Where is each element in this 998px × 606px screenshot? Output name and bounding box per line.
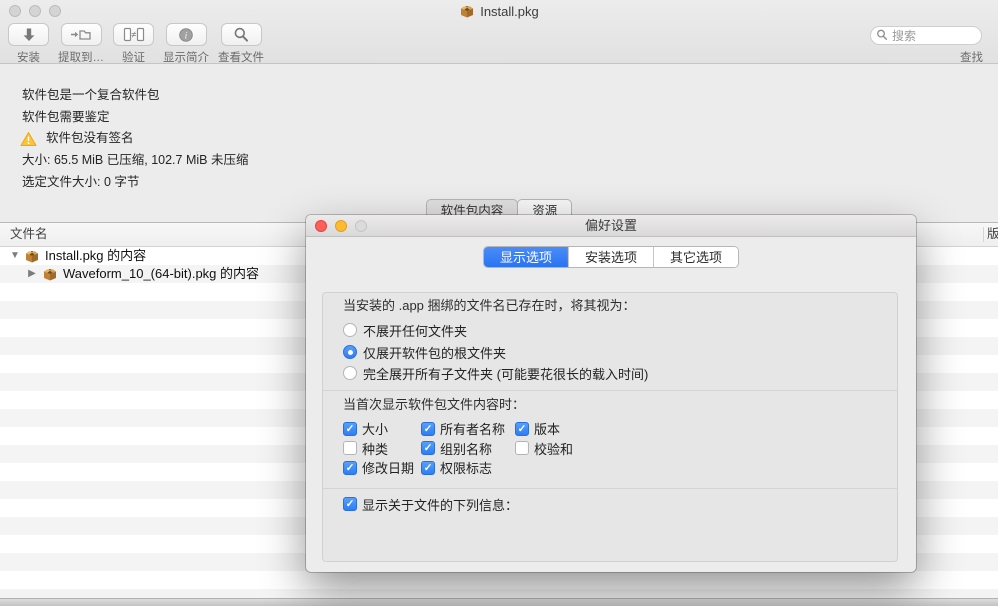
checkbox-label: 权限标志 [440,458,492,477]
checkbox-kind[interactable]: 种类 [343,439,421,458]
checkbox-group-name[interactable]: ✓ 组别名称 [421,439,515,458]
checkbox-label: 校验和 [534,439,573,458]
search-icon [876,29,888,41]
radio-icon [343,366,357,380]
toolbar: 安装 提取到… ≠ [8,23,264,65]
checkbox-checked-icon: ✓ [343,461,357,475]
radio-expand-root[interactable]: 仅展开软件包的根文件夹 [343,343,506,361]
package-icon [24,248,40,264]
column-divider[interactable] [983,227,984,242]
find-label: 查找 [870,49,985,65]
checkbox-owner-name[interactable]: ✓ 所有者名称 [421,419,515,438]
checkbox-label: 版本 [534,419,560,438]
checkbox-size[interactable]: ✓ 大小 [343,419,421,438]
verify-documents-icon: ≠ [123,27,145,42]
info-size-line: 大小: 65.5 MiB 已压缩, 102.7 MiB 未压缩 [22,152,248,169]
column-header-version-partial[interactable]: 版 [987,223,998,246]
info-warning-line: 软件包没有签名 [20,130,134,147]
extract-to-button[interactable]: 提取到… [58,23,104,65]
verify-button[interactable]: ≠ 验证 [113,23,154,65]
radio-expand-none[interactable]: 不展开任何文件夹 [343,321,467,339]
info-auth-line: 软件包需要鉴定 [22,109,110,126]
warning-text: 软件包没有签名 [46,130,134,147]
package-icon [42,266,58,282]
section-divider [323,488,897,489]
install-button[interactable]: 安装 [8,23,49,65]
toolbar-button-label: 查看文件 [218,49,264,65]
radio-label: 完全展开所有子文件夹 (可能要花很长的载入时间) [363,364,648,383]
svg-text:i: i [185,31,188,41]
radio-expand-all[interactable]: 完全展开所有子文件夹 (可能要花很长的载入时间) [343,364,648,382]
dialog-tab-bar: 显示选项 安装选项 其它选项 [483,246,739,268]
window-chrome: Install.pkg 安装 [0,0,998,64]
radio-checked-icon [343,345,357,359]
disclosure-closed-icon[interactable]: ▶ [26,265,38,283]
file-row-label: Install.pkg 的内容 [45,247,146,265]
info-selected-size-line: 选定文件大小: 0 字节 [22,174,139,191]
checkbox-label: 所有者名称 [440,419,505,438]
info-circle-icon: i [178,27,194,43]
checkbox-label: 种类 [362,439,388,458]
show-info-button[interactable]: i 显示简介 [163,23,209,65]
checkbox-checked-icon: ✓ [421,461,435,475]
toolbar-button-label: 验证 [122,49,145,65]
checkbox-label: 显示关于文件的下列信息： [362,495,518,514]
checkbox-show-file-info[interactable]: ✓ 显示关于文件的下列信息： [343,495,518,513]
toolbar-button-label: 提取到… [58,49,104,65]
radio-icon [343,323,357,337]
toolbar-button-label: 显示简介 [163,49,209,65]
columns-checkbox-grid: ✓ 大小 ✓ 所有者名称 ✓ 版本 种类 ✓ 组别名称 [343,419,573,478]
radio-label: 不展开任何文件夹 [363,321,467,340]
dialog-titlebar: 偏好设置 [306,215,916,237]
checkbox-checked-icon: ✓ [421,422,435,436]
column-header-filename[interactable]: 文件名 [10,223,48,246]
warning-icon [20,131,37,147]
checkbox-label: 组别名称 [440,439,492,458]
expand-section-label: 当安装的 .app 捆绑的文件名已存在时，将其视为： [343,297,636,315]
magnifier-icon [233,27,249,43]
window-title: Install.pkg [480,4,539,19]
preferences-dialog: 偏好设置 显示选项 安装选项 其它选项 当安装的 .app 捆绑的文件名已存在时… [306,215,916,572]
checkbox-version[interactable]: ✓ 版本 [515,419,573,438]
checkbox-modified-date[interactable]: ✓ 修改日期 [343,458,421,477]
tab-display-options[interactable]: 显示选项 [484,247,568,267]
toolbar-button-label: 安装 [17,49,40,65]
window-titlebar: Install.pkg [0,0,998,22]
disclosure-open-icon[interactable]: ▼ [9,247,21,265]
checkbox-checked-icon: ✓ [343,422,357,436]
checkbox-permission-flags[interactable]: ✓ 权限标志 [421,458,515,477]
tab-install-options[interactable]: 安装选项 [568,247,653,267]
columns-section-label: 当首次显示软件包文件内容时： [343,396,525,414]
tab-other-options[interactable]: 其它选项 [653,247,738,267]
info-composite-line: 软件包是一个复合软件包 [22,87,160,104]
arrow-down-icon [20,27,38,42]
checkbox-checked-icon: ✓ [421,441,435,455]
checkbox-unchecked-icon [515,441,529,455]
section-divider [323,390,897,391]
checkbox-checksum[interactable]: 校验和 [515,439,573,458]
app-window: Install.pkg 安装 [0,0,998,606]
file-row-label: Waveform_10_(64-bit).pkg 的内容 [63,265,259,283]
checkbox-unchecked-icon [343,441,357,455]
svg-text:≠: ≠ [131,30,136,40]
window-bottom-edge [0,598,998,606]
radio-label: 仅展开软件包的根文件夹 [363,343,506,362]
checkbox-checked-icon: ✓ [343,497,357,511]
package-icon [459,3,475,19]
checkbox-label: 修改日期 [362,458,414,477]
extract-to-folder-icon [70,27,92,42]
checkbox-label: 大小 [362,419,388,438]
display-options-panel: 当安装的 .app 捆绑的文件名已存在时，将其视为： 不展开任何文件夹 仅展开软… [322,292,898,562]
checkbox-checked-icon: ✓ [515,422,529,436]
view-file-button[interactable]: 查看文件 [218,23,264,65]
dialog-title: 偏好设置 [306,215,916,237]
search-area: 查找 [870,26,985,65]
